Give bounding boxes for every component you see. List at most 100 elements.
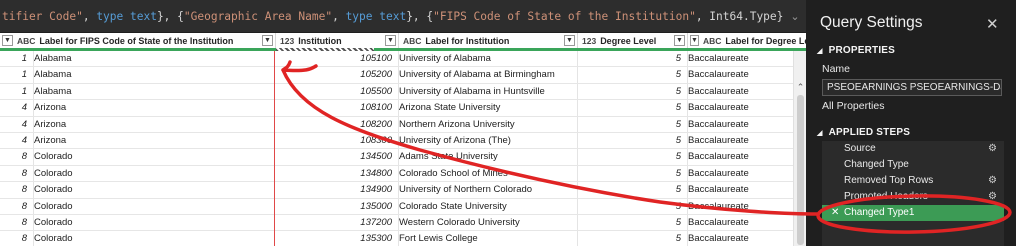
degree-label-cell[interactable]: Baccalaureate — [688, 100, 793, 116]
state-label-cell[interactable]: Colorado — [34, 199, 274, 215]
table-row[interactable]: 4 Arizona 108200 Northern Arizona Universit… — [0, 117, 793, 133]
fips-cell[interactable]: 8 — [0, 166, 30, 182]
degree-label-cell[interactable]: Baccalaureate — [688, 133, 793, 149]
table-row[interactable]: 1 Alabama 105100 University of Alabama 5 Bacc… — [0, 51, 793, 68]
column-filter-dropdown-icon[interactable]: ▼ — [2, 35, 13, 46]
institution-label-cell[interactable]: University of Alabama in Huntsville — [399, 84, 574, 100]
applied-step[interactable]: Removed Top Rows ⚙ — [822, 173, 1004, 189]
state-label-cell[interactable]: Arizona — [34, 133, 274, 149]
text-type-icon[interactable]: ABC — [703, 36, 721, 46]
degree-label-cell[interactable]: Baccalaureate — [688, 117, 793, 133]
fips-cell[interactable]: 8 — [0, 231, 30, 246]
table-row[interactable]: 4 Arizona 108300 University of Arizona (The… — [0, 133, 793, 150]
query-name-field[interactable]: PSEOEARNINGS PSEOEARNINGS-Data — [822, 79, 1002, 96]
institution-cell[interactable]: 105500 — [276, 84, 395, 100]
fips-cell[interactable]: 1 — [0, 51, 30, 67]
column-filter-dropdown-icon[interactable]: ▼ — [674, 35, 685, 46]
degree-label-cell[interactable]: Baccalaureate — [688, 182, 793, 198]
degree-level-cell[interactable]: 5 — [578, 117, 684, 133]
degree-level-cell[interactable]: 5 — [578, 215, 684, 231]
degree-label-cell[interactable]: Baccalaureate — [688, 67, 793, 83]
degree-level-cell[interactable]: 5 — [578, 199, 684, 215]
institution-cell[interactable]: 105200 — [276, 67, 395, 83]
applied-step[interactable]: ✕ Changed Type1 — [822, 205, 1004, 221]
properties-section-heading[interactable]: ◢ PROPERTIES — [817, 45, 895, 56]
institution-label-cell[interactable]: University of Alabama at Birmingham — [399, 67, 574, 83]
formula-bar[interactable]: tifier Code", type text}, {"Geographic A… — [0, 0, 806, 33]
degree-label-cell[interactable]: Baccalaureate — [688, 231, 793, 246]
institution-cell[interactable]: 108300 — [276, 133, 395, 149]
table-row[interactable]: 4 Arizona 108100 Arizona State University 5 B… — [0, 100, 793, 117]
degree-level-cell[interactable]: 5 — [578, 84, 684, 100]
degree-level-cell[interactable]: 5 — [578, 166, 684, 182]
institution-label-cell[interactable]: University of Northern Colorado — [399, 182, 574, 198]
table-row[interactable]: 8 Colorado 134500 Adams State University 5 Ba… — [0, 149, 793, 166]
table-row[interactable]: 1 Alabama 105200 University of Alabama at B… — [0, 67, 793, 84]
column-filter-dropdown-icon[interactable]: ▼ — [690, 35, 699, 46]
fips-cell[interactable]: 1 — [0, 67, 30, 83]
institution-label-cell[interactable]: Northern Arizona University — [399, 117, 574, 133]
applied-steps-section-heading[interactable]: ◢ APPLIED STEPS — [817, 127, 910, 138]
column-header-state-label[interactable]: ▼ ABC Label for FIPS Code of State of th… — [0, 33, 276, 48]
fips-cell[interactable]: 1 — [0, 84, 30, 100]
degree-level-cell[interactable]: 5 — [578, 133, 684, 149]
degree-level-cell[interactable]: 5 — [578, 182, 684, 198]
table-row[interactable]: 8 Colorado 137200 Western Colorado Universi… — [0, 215, 793, 232]
delete-step-icon[interactable]: ✕ — [831, 205, 839, 221]
scrollbar-thumb[interactable] — [797, 95, 804, 245]
column-header-degree-level[interactable]: 123 Degree Level ▼ — [578, 33, 688, 48]
column-header-degree-label[interactable]: ▼ ABC Label for Degree Leve — [688, 33, 806, 48]
degree-level-cell[interactable]: 5 — [578, 51, 684, 67]
state-label-cell[interactable]: Arizona — [34, 100, 274, 116]
institution-cell[interactable]: 108200 — [276, 117, 395, 133]
institution-cell[interactable]: 134800 — [276, 166, 395, 182]
institution-label-cell[interactable]: Western Colorado University — [399, 215, 574, 231]
degree-label-cell[interactable]: Baccalaureate — [688, 149, 793, 165]
degree-label-cell[interactable]: Baccalaureate — [688, 51, 793, 67]
collapse-triangle-icon[interactable]: ◢ — [817, 48, 823, 55]
column-filter-dropdown-icon[interactable]: ▼ — [564, 35, 575, 46]
applied-step[interactable]: Source ⚙ — [822, 141, 1004, 157]
fips-cell[interactable]: 8 — [0, 149, 30, 165]
institution-label-cell[interactable]: University of Arizona (The) — [399, 133, 574, 149]
close-icon[interactable]: ✕ — [986, 15, 999, 33]
text-type-icon[interactable]: ABC — [17, 36, 35, 46]
institution-cell[interactable]: 108100 — [276, 100, 395, 116]
institution-label-cell[interactable]: Fort Lewis College — [399, 231, 574, 246]
state-label-cell[interactable]: Colorado — [34, 182, 274, 198]
degree-label-cell[interactable]: Baccalaureate — [688, 215, 793, 231]
degree-label-cell[interactable]: Baccalaureate — [688, 84, 793, 100]
text-type-icon[interactable]: ABC — [403, 36, 421, 46]
column-filter-dropdown-icon[interactable]: ▼ — [262, 35, 273, 46]
column-header-institution[interactable]: 123 Institution ▼ — [276, 33, 399, 48]
gear-icon[interactable]: ⚙ — [988, 189, 997, 205]
table-row[interactable]: 1 Alabama 105500 University of Alabama in H… — [0, 84, 793, 101]
institution-cell[interactable]: 135300 — [276, 231, 395, 246]
degree-level-cell[interactable]: 5 — [578, 67, 684, 83]
number-type-icon[interactable]: 123 — [582, 36, 596, 46]
state-label-cell[interactable]: Alabama — [34, 51, 274, 67]
fips-cell[interactable]: 4 — [0, 100, 30, 116]
institution-label-cell[interactable]: Colorado School of Mines — [399, 166, 574, 182]
fips-cell[interactable]: 8 — [0, 199, 30, 215]
institution-cell[interactable]: 134900 — [276, 182, 395, 198]
degree-label-cell[interactable]: Baccalaureate — [688, 166, 793, 182]
degree-level-cell[interactable]: 5 — [578, 149, 684, 165]
state-label-cell[interactable]: Colorado — [34, 231, 274, 246]
applied-step[interactable]: Promoted Headers ⚙ — [822, 189, 1004, 205]
degree-label-cell[interactable]: Baccalaureate — [688, 199, 793, 215]
scroll-up-icon[interactable]: ⌃ — [794, 81, 806, 93]
table-row[interactable]: 8 Colorado 135000 Colorado State University… — [0, 199, 793, 215]
degree-level-cell[interactable]: 5 — [578, 231, 684, 246]
institution-cell[interactable]: 134500 — [276, 149, 395, 165]
table-row[interactable]: 8 Colorado 135300 Fort Lewis College 5 Baccal… — [0, 231, 793, 246]
vertical-scrollbar[interactable]: ⌃ — [793, 51, 806, 246]
institution-cell[interactable]: 105100 — [276, 51, 395, 67]
state-label-cell[interactable]: Colorado — [34, 166, 274, 182]
institution-label-cell[interactable]: Adams State University — [399, 149, 574, 165]
table-row[interactable]: 8 Colorado 134900 University of Northern Co… — [0, 182, 793, 199]
fips-cell[interactable]: 4 — [0, 117, 30, 133]
state-label-cell[interactable]: Colorado — [34, 215, 274, 231]
number-type-icon[interactable]: 123 — [280, 36, 294, 46]
column-filter-dropdown-icon[interactable]: ▼ — [385, 35, 396, 46]
